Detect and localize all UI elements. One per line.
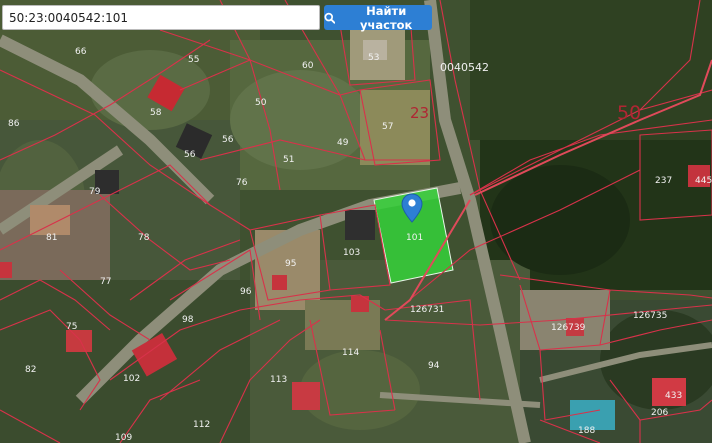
parcel-label: 237 [655, 176, 672, 186]
parcel-label: 49 [337, 138, 349, 148]
parcel-label: 188 [578, 426, 595, 436]
parcel-label: 433 [665, 391, 682, 401]
parcel-label: 445 [695, 176, 712, 186]
parcel-label: 66 [75, 47, 87, 57]
parcel-label: 126731 [410, 305, 444, 315]
parcel-label: 103 [343, 248, 360, 258]
parcel-label: 95 [285, 259, 296, 269]
parcel-label: 113 [270, 375, 287, 385]
parcel-label: 60 [302, 61, 314, 71]
parcel-label: 55 [188, 55, 199, 65]
search-icon [324, 12, 336, 24]
parcel-label: 56 [184, 150, 196, 160]
parcel-label: 102 [123, 374, 140, 384]
parcel-label: 57 [382, 122, 393, 132]
parcel-label: 53 [368, 53, 379, 63]
block-label-23: 23 [410, 104, 429, 122]
parcel-label: 76 [236, 178, 248, 188]
cadastral-map[interactable]: 53 66 55 60 86 58 50 57 56 56 49 51 79 7… [0, 0, 712, 443]
parcel-label: 77 [100, 277, 111, 287]
parcel-label: 50 [255, 98, 267, 108]
parcel-label: 114 [342, 348, 359, 358]
quarter-label: 0040542 [440, 61, 489, 74]
parcel-label: 101 [406, 233, 423, 243]
parcel-label: 51 [283, 155, 294, 165]
parcel-label: 109 [115, 433, 132, 443]
cadastral-search-input[interactable] [2, 5, 320, 30]
parcel-label: 81 [46, 233, 57, 243]
parcel-label: 96 [240, 287, 252, 297]
parcel-label: 86 [8, 119, 20, 129]
find-parcel-button-label: Найти участок [360, 3, 413, 32]
parcel-label: 82 [25, 365, 36, 375]
parcel-label: 206 [651, 408, 668, 418]
parcel-label: 79 [89, 187, 101, 197]
parcel-label: 75 [66, 322, 77, 332]
find-parcel-button[interactable]: Найти участок [324, 3, 432, 32]
parcel-label: 126739 [551, 323, 586, 333]
parcel-label: 112 [193, 420, 210, 430]
parcel-label: 58 [150, 108, 162, 118]
parcel-label: 94 [428, 361, 440, 371]
block-label-50: 50 [617, 102, 641, 124]
parcel-label: 98 [182, 315, 194, 325]
parcel-label: 78 [138, 233, 150, 243]
parcel-label: 126735 [633, 311, 667, 321]
parcel-label: 56 [222, 135, 234, 145]
